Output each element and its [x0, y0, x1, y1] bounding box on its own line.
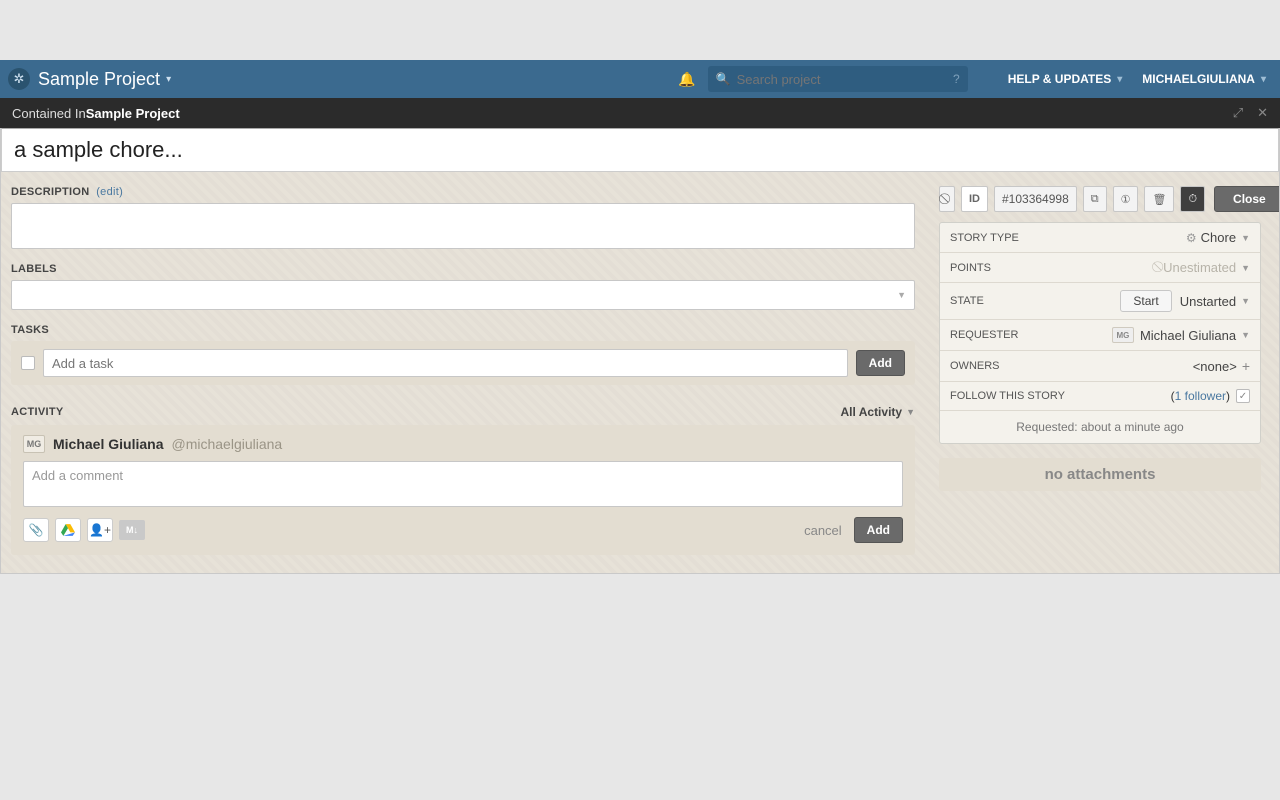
add-task-button[interactable]: Add	[856, 350, 905, 376]
labels-label: LABELS	[11, 263, 915, 275]
followers-link[interactable]: 1 follower	[1175, 389, 1226, 403]
follow-row: FOLLOW THIS STORY (1 follower) ✓	[940, 382, 1260, 411]
commenter-name: Michael Giuliana	[53, 436, 163, 452]
no-attachments-banner: no attachments	[939, 458, 1261, 491]
task-checkbox[interactable]	[21, 356, 35, 370]
comment-input[interactable]: Add a comment	[23, 461, 903, 507]
search-icon: 🔍	[716, 72, 731, 86]
caret-down-icon: ▾	[166, 74, 171, 85]
tasks-label: TASKS	[11, 324, 915, 336]
commenter-handle: @michaelgiuliana	[171, 436, 282, 452]
history-icon[interactable]: ①	[1113, 186, 1139, 212]
copy-icon[interactable]: ⧉	[1083, 186, 1107, 212]
top-bar: ✲ Sample Project ▾ 🔔 🔍 ? HELP & UPDATES …	[0, 60, 1280, 98]
chevron-down-icon: ▼	[906, 407, 915, 417]
story-id-value[interactable]: #103364998	[994, 186, 1077, 212]
markdown-icon: M↓	[119, 520, 145, 540]
help-updates-menu[interactable]: HELP & UPDATES ▾	[1008, 72, 1123, 86]
chevron-down-icon: ▼	[1241, 233, 1250, 243]
id-label: ID	[961, 186, 988, 212]
breadcrumb-bar: Contained In Sample Project ⤢ ✕	[0, 98, 1280, 128]
state-value[interactable]: Unstarted	[1180, 294, 1236, 309]
owners-row[interactable]: OWNERS <none> +	[940, 351, 1260, 382]
state-row: STATE Start Unstarted ▼	[940, 283, 1260, 320]
add-comment-button[interactable]: Add	[854, 517, 903, 543]
close-icon[interactable]: ✕	[1257, 105, 1268, 121]
description-label: DESCRIPTION (edit)	[11, 186, 915, 198]
notifications-icon[interactable]: 🔔	[678, 71, 695, 88]
chevron-down-icon: ▼	[1241, 330, 1250, 340]
link-icon[interactable]: ⃠	[939, 186, 955, 212]
caret-down-icon: ▾	[1261, 74, 1266, 85]
logo-icon[interactable]: ✲	[8, 68, 30, 90]
close-story-button[interactable]: Close	[1214, 186, 1280, 212]
project-name-label: Sample Project	[38, 69, 160, 90]
requested-timestamp: Requested: about a minute ago	[940, 411, 1260, 443]
activity-block: MG Michael Giuliana @michaelgiuliana Add…	[11, 425, 915, 555]
chevron-down-icon: ▼	[1241, 296, 1250, 306]
avatar: MG	[23, 435, 45, 453]
start-button[interactable]: Start	[1120, 290, 1171, 312]
search-box[interactable]: 🔍 ?	[708, 66, 968, 92]
cancel-comment-button[interactable]: cancel	[804, 523, 842, 538]
story-type-row[interactable]: STORY TYPE ⚙ Chore ▼	[940, 223, 1260, 253]
points-row[interactable]: POINTS ⃠ Unestimated ▼	[940, 253, 1260, 283]
google-drive-icon[interactable]	[55, 518, 81, 542]
tasks-block: Add	[11, 341, 915, 385]
story-panel: DESCRIPTION (edit) LABELS ▼ TASKS Add AC…	[0, 128, 1280, 574]
project-selector[interactable]: Sample Project ▾	[38, 69, 171, 90]
task-input[interactable]	[43, 349, 848, 377]
labels-dropdown[interactable]: ▼	[11, 280, 915, 310]
gear-icon: ⚙	[1186, 231, 1197, 245]
story-title-input[interactable]	[1, 128, 1279, 172]
mention-user-icon[interactable]: 👤+	[87, 518, 113, 542]
edit-description-link[interactable]: (edit)	[96, 186, 123, 198]
add-owner-button[interactable]: +	[1242, 358, 1250, 374]
activity-filter-dropdown[interactable]: All Activity ▼	[841, 405, 916, 419]
activity-label: ACTIVITY	[11, 406, 64, 418]
description-input[interactable]	[11, 203, 915, 249]
search-input[interactable]	[737, 72, 953, 87]
caret-down-icon: ▾	[1117, 74, 1122, 85]
follow-checkbox[interactable]: ✓	[1236, 389, 1250, 403]
collapse-icon[interactable]: ⤢	[1233, 105, 1243, 121]
delete-icon[interactable]: 🗑	[1144, 186, 1174, 212]
user-menu-label: MICHAELGIULIANA	[1142, 72, 1255, 86]
help-icon[interactable]: ?	[953, 72, 960, 86]
avatar: MG	[1112, 327, 1134, 343]
requester-row[interactable]: REQUESTER MG Michael Giuliana ▼	[940, 320, 1260, 351]
chevron-down-icon: ▼	[1241, 263, 1250, 273]
pin-icon[interactable]: ⏱	[1180, 186, 1205, 212]
help-updates-label: HELP & UPDATES	[1008, 72, 1112, 86]
attachment-icon[interactable]: 📎	[23, 518, 49, 542]
breadcrumb-project[interactable]: Sample Project	[86, 106, 180, 121]
story-id-toolbar: ⃠ ID #103364998 ⧉ ① 🗑 ⏱ Close	[939, 186, 1261, 212]
story-meta-box: STORY TYPE ⚙ Chore ▼ POINTS ⃠ Unestimate…	[939, 222, 1261, 444]
user-menu[interactable]: MICHAELGIULIANA ▾	[1142, 72, 1266, 86]
contained-in-label: Contained In	[12, 106, 86, 121]
chevron-down-icon: ▼	[897, 290, 906, 300]
